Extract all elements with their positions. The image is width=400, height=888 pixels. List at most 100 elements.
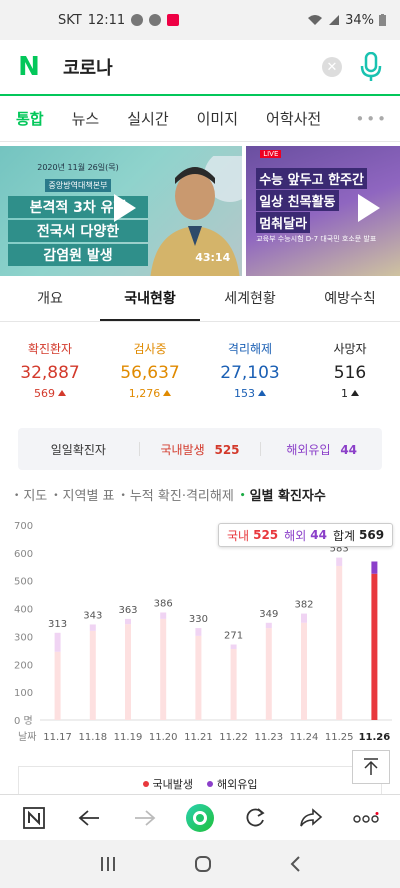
increase-icon bbox=[351, 390, 359, 396]
stat-confirmed: 확진환자 32,887 569 bbox=[0, 340, 100, 410]
subtab-prevention[interactable]: 예방수칙 bbox=[300, 278, 400, 321]
bar-domestic bbox=[371, 573, 378, 720]
stat-change: 153 bbox=[234, 387, 255, 400]
y-tick-label: 500 bbox=[14, 577, 33, 588]
more-options-button[interactable] bbox=[346, 798, 386, 838]
naver-home-icon bbox=[22, 806, 45, 829]
subtab-overview[interactable]: 개요 bbox=[0, 278, 100, 321]
bar-domestic bbox=[54, 651, 61, 720]
stat-change: 1 bbox=[341, 387, 348, 400]
share-button[interactable] bbox=[291, 798, 331, 838]
home-icon[interactable] bbox=[194, 855, 212, 873]
video-headline: 감염원 발생 bbox=[8, 244, 148, 266]
recent-apps-icon[interactable] bbox=[99, 856, 117, 872]
tabs-more-button[interactable]: ••• bbox=[355, 110, 388, 128]
chart-nav-cumulative[interactable]: 누적 확진·격리해제 bbox=[121, 485, 234, 504]
stat-change: 1,276 bbox=[128, 387, 161, 400]
x-tick-label: 11.20 bbox=[149, 732, 178, 743]
tab-realtime[interactable]: 실시간 bbox=[113, 108, 182, 129]
back-button[interactable] bbox=[69, 798, 109, 838]
signal-icon bbox=[329, 15, 340, 25]
video-headline: 수능 앞두고 한주간 bbox=[256, 168, 367, 189]
live-badge: LIVE bbox=[260, 150, 282, 158]
subtab-domestic[interactable]: 국내현황 bbox=[100, 278, 200, 321]
naver-logo[interactable]: N bbox=[17, 52, 41, 82]
data-label: 343 bbox=[83, 610, 102, 621]
tooltip-total-label: 합계 bbox=[332, 528, 356, 543]
data-label: 349 bbox=[259, 609, 278, 620]
bar-overseas bbox=[230, 644, 237, 649]
bar-overseas bbox=[160, 612, 167, 619]
daily-confirmed-chart: 0 명 100 200 300 400 500 600 700 313 11.17 343 11.18… bbox=[14, 521, 392, 743]
data-label: 271 bbox=[224, 631, 243, 642]
increase-icon bbox=[258, 390, 266, 396]
chart-tooltip: 국내 525 해외 44 합계 569 bbox=[218, 523, 394, 547]
video-card[interactable]: 2020년 11월 26일(목) 중앙방역대책본부 본격적 3차 유행 전국서 … bbox=[0, 146, 243, 276]
chart-nav: 지도 지역별 표 누적 확진·격리해제 일별 확진자수 bbox=[14, 485, 400, 504]
increase-icon bbox=[163, 390, 172, 396]
back-icon[interactable] bbox=[289, 855, 301, 873]
arrow-up-icon bbox=[364, 758, 378, 775]
x-tick-label: 11.17 bbox=[43, 732, 72, 743]
home-button[interactable] bbox=[14, 798, 54, 838]
video-org: 중앙방역대책본부 bbox=[44, 179, 112, 192]
tab-dictionary[interactable]: 어학사전 bbox=[252, 108, 335, 129]
battery-icon bbox=[379, 14, 386, 26]
sync-icon bbox=[149, 14, 162, 26]
play-icon[interactable] bbox=[358, 194, 381, 222]
play-icon[interactable] bbox=[114, 194, 136, 222]
daily-overseas-label: 해외유입 bbox=[286, 442, 331, 457]
tab-image[interactable]: 이미지 bbox=[183, 108, 252, 129]
y-tick-label: 700 bbox=[14, 521, 33, 532]
tab-news[interactable]: 뉴스 bbox=[58, 108, 114, 129]
stat-change: 569 bbox=[34, 387, 55, 400]
chart-nav-map[interactable]: 지도 bbox=[14, 485, 47, 504]
x-tick-label: 11.26 bbox=[359, 732, 391, 743]
video-subtitle: 교육부 수능시험 D-7 대국민 호소문 발표 bbox=[256, 235, 377, 243]
tooltip-domestic-value: 525 bbox=[253, 528, 279, 542]
data-label: 386 bbox=[154, 598, 173, 609]
daily-label: 일일확진자 bbox=[50, 442, 106, 457]
x-tick-label: 11.24 bbox=[290, 732, 319, 743]
daily-domestic-label: 국내발생 bbox=[160, 442, 205, 457]
scroll-top-button[interactable] bbox=[352, 750, 390, 784]
video-headline: 전국서 다양한 bbox=[8, 220, 148, 242]
chart-nav-daily[interactable]: 일별 확진자수 bbox=[240, 485, 326, 504]
x-tick-label: 11.25 bbox=[325, 732, 354, 743]
x-axis-label: 날짜 bbox=[18, 731, 36, 743]
stat-label: 확진환자 bbox=[27, 342, 73, 356]
video-card[interactable]: LIVE 수능 앞두고 한주간 일상 친목활동 멈춰달라 교육부 수능시험 D-… bbox=[246, 146, 400, 276]
bar-overseas bbox=[195, 628, 202, 636]
tab-integrated[interactable]: 통합 bbox=[0, 108, 58, 129]
y-tick-label: 400 bbox=[14, 605, 33, 616]
stat-value: 56,637 bbox=[120, 363, 180, 383]
battery-level: 34% bbox=[345, 12, 374, 28]
chart-nav-region-table[interactable]: 지역별 표 bbox=[53, 485, 115, 504]
forward-button[interactable] bbox=[125, 798, 165, 838]
y-tick-label: 0 명 bbox=[14, 715, 33, 727]
microphone-icon[interactable] bbox=[360, 52, 382, 82]
bar-domestic bbox=[89, 630, 96, 720]
bar-overseas bbox=[301, 613, 307, 623]
tooltip-total-value: 569 bbox=[359, 528, 385, 542]
x-tick-label: 11.23 bbox=[254, 732, 283, 743]
stat-value: 27,103 bbox=[220, 363, 280, 383]
clear-search-button[interactable]: ✕ bbox=[322, 57, 342, 77]
bar-domestic bbox=[265, 628, 272, 720]
y-tick-label: 100 bbox=[14, 688, 33, 699]
more-dots-icon bbox=[353, 811, 379, 823]
bar-overseas bbox=[89, 624, 96, 631]
tooltip-overseas-value: 44 bbox=[310, 528, 327, 542]
refresh-button[interactable] bbox=[235, 798, 275, 838]
x-tick-label: 11.22 bbox=[219, 732, 248, 743]
daily-confirmed-box: 일일확진자 국내발생 525 해외유입 44 bbox=[18, 428, 382, 470]
legend-dot bbox=[207, 781, 213, 787]
legend-overseas: 해외유입 bbox=[207, 776, 257, 792]
search-tabs: 통합 뉴스 실시간 이미지 어학사전 ••• bbox=[0, 96, 400, 142]
x-tick-label: 11.21 bbox=[184, 732, 213, 743]
search-input[interactable]: 코로나 bbox=[63, 54, 322, 80]
green-dot-button[interactable] bbox=[180, 798, 220, 838]
video-carousel: 2020년 11월 26일(목) 중앙방역대책본부 본격적 3차 유행 전국서 … bbox=[0, 146, 400, 276]
daily-overseas: 해외유입 44 bbox=[261, 441, 382, 458]
subtab-world[interactable]: 세계현황 bbox=[200, 278, 300, 321]
